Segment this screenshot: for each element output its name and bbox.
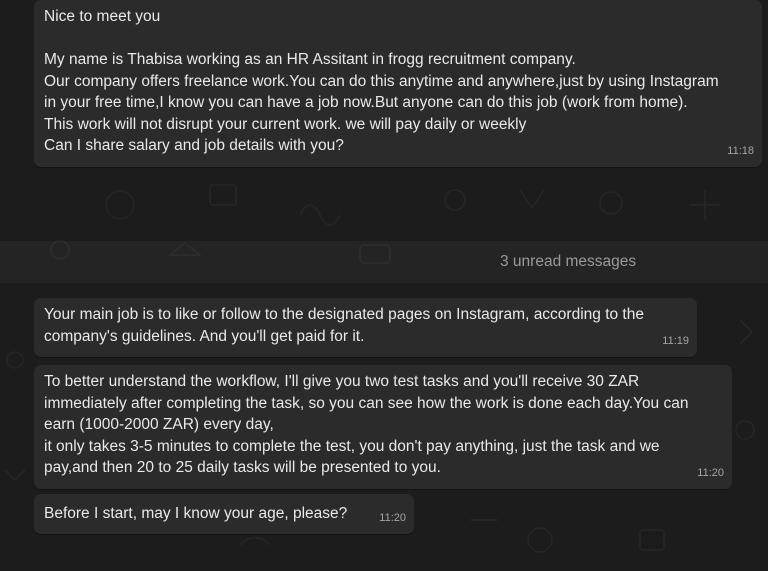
message-timestamp: 11:19 xyxy=(662,334,689,347)
message-text: Your main job is to like or follow to th… xyxy=(44,306,644,345)
message-timestamp: 11:20 xyxy=(697,466,724,479)
unread-divider xyxy=(0,241,768,283)
message-text: To better understand the workflow, I'll … xyxy=(44,373,689,476)
message-timestamp: 11:18 xyxy=(727,144,754,157)
unread-messages-label: 3 unread messages xyxy=(500,253,637,270)
message-bubble[interactable]: Nice to meet you My name is Thabisa work… xyxy=(34,0,762,167)
message-text: Before I start, may I know your age, ple… xyxy=(44,505,348,522)
message-bubble[interactable]: Your main job is to like or follow to th… xyxy=(34,298,697,357)
message-bubble[interactable]: Before I start, may I know your age, ple… xyxy=(34,494,414,534)
message-timestamp: 11:20 xyxy=(379,511,406,524)
message-bubble[interactable]: To better understand the workflow, I'll … xyxy=(34,365,732,489)
message-text: Nice to meet you My name is Thabisa work… xyxy=(44,8,719,154)
